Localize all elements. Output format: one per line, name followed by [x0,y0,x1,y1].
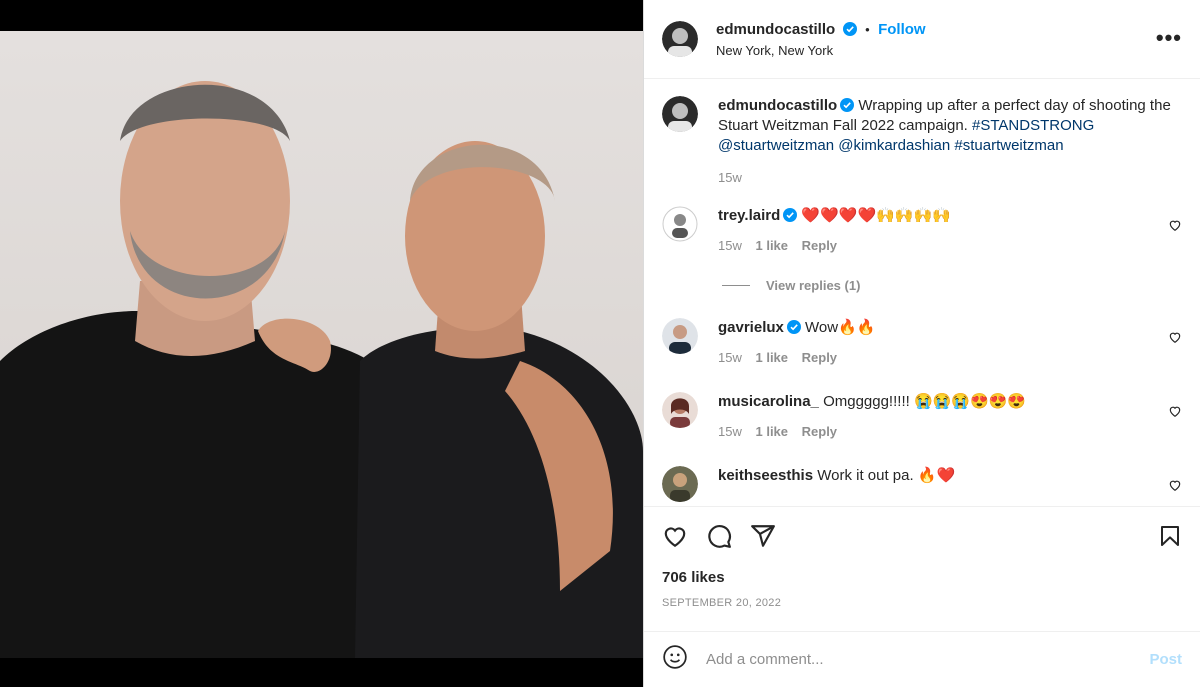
hashtag-link[interactable]: #stuartweitzman [954,137,1063,154]
comment-like-icon[interactable] [1168,218,1182,237]
follow-button[interactable]: Follow [878,21,926,38]
post-location[interactable]: New York, New York [716,43,926,58]
comment-username[interactable]: gavrielux [718,319,784,336]
emoji-icon[interactable] [662,644,688,675]
verified-icon [783,208,798,222]
post-dialog: edmundocastillo • Follow New York, New Y… [0,0,1200,687]
post-media[interactable] [0,0,643,687]
post-username[interactable]: edmundocastillo [716,21,835,38]
comments-list[interactable]: edmundocastillo Wrapping up after a perf… [644,80,1200,505]
mention-link[interactable]: @stuartweitzman [718,137,834,154]
comment-like-icon[interactable] [1168,478,1182,497]
comment-like-count[interactable]: 1 like [755,350,788,365]
avatar[interactable] [662,466,698,502]
comment-item: gavrielux Wow🔥🔥 15w 1 like Reply [662,318,1182,368]
comment-username[interactable]: keithseesthis [718,467,813,484]
view-replies[interactable]: View replies (1) [722,278,860,293]
comment-text: ❤️❤️❤️❤️🙌🙌🙌🙌 [801,207,951,224]
share-icon[interactable] [750,523,776,554]
post-header: edmundocastillo • Follow New York, New Y… [644,0,1200,79]
comment-item: keithseesthis Work it out pa. 🔥❤️ [662,466,1182,502]
post-button[interactable]: Post [1149,651,1182,668]
likes-count[interactable]: 706 likes [662,569,725,586]
comment-item: trey.laird ❤️❤️❤️❤️🙌🙌🙌🙌 15w 1 like Reply [662,206,1182,256]
verified-icon [786,320,801,334]
reply-button[interactable]: Reply [802,350,837,365]
comment-like-icon[interactable] [1168,404,1182,423]
comment-username[interactable]: trey.laird [718,207,780,224]
heart-icon[interactable] [662,523,688,554]
comment-age[interactable]: 15w [718,350,742,365]
caption-age[interactable]: 15w [718,170,742,185]
verified-icon [842,21,857,36]
avatar[interactable] [662,21,698,57]
caption-row: edmundocastillo Wrapping up after a perf… [662,96,1182,188]
avatar[interactable] [662,392,698,428]
comment-icon[interactable] [706,523,732,554]
photo-illustration [0,81,643,658]
avatar[interactable] [662,206,698,242]
comment-item: musicarolina_ Omggggg!!!!! 😭😭😭😍😍😍 15w 1 … [662,392,1182,442]
comment-like-count[interactable]: 1 like [755,238,788,253]
post-actions: 706 likes SEPTEMBER 20, 2022 [644,506,1200,631]
hashtag-link[interactable]: #STANDSTRONG [972,117,1094,134]
verified-icon [840,98,855,112]
view-replies-label[interactable]: View replies (1) [766,278,860,293]
comment-username[interactable]: musicarolina_ [718,393,819,410]
separator-dot: • [865,21,870,37]
reply-button[interactable]: Reply [802,238,837,253]
add-comment-bar: Add a comment... Post [644,631,1200,687]
comment-like-count[interactable]: 1 like [755,424,788,439]
comment-text: Work it out pa. 🔥❤️ [817,467,956,484]
post-photo [0,31,643,658]
caption-username[interactable]: edmundocastillo [718,97,837,114]
avatar[interactable] [662,96,698,132]
post-side-panel: edmundocastillo • Follow New York, New Y… [643,0,1200,687]
comment-like-icon[interactable] [1168,330,1182,349]
view-replies-line [722,285,750,286]
comment-text: Omggggg!!!!! 😭😭😭😍😍😍 [823,393,1027,410]
add-comment-input[interactable]: Add a comment... [706,651,1149,668]
comment-age[interactable]: 15w [718,424,742,439]
post-date[interactable]: SEPTEMBER 20, 2022 [662,597,781,609]
avatar[interactable] [662,318,698,354]
more-icon[interactable]: ••• [1156,27,1182,49]
reply-button[interactable]: Reply [802,424,837,439]
mention-link[interactable]: @kimkardashian [838,137,950,154]
save-icon[interactable] [1158,523,1182,554]
comment-text: Wow🔥🔥 [805,319,876,336]
comment-age[interactable]: 15w [718,238,742,253]
